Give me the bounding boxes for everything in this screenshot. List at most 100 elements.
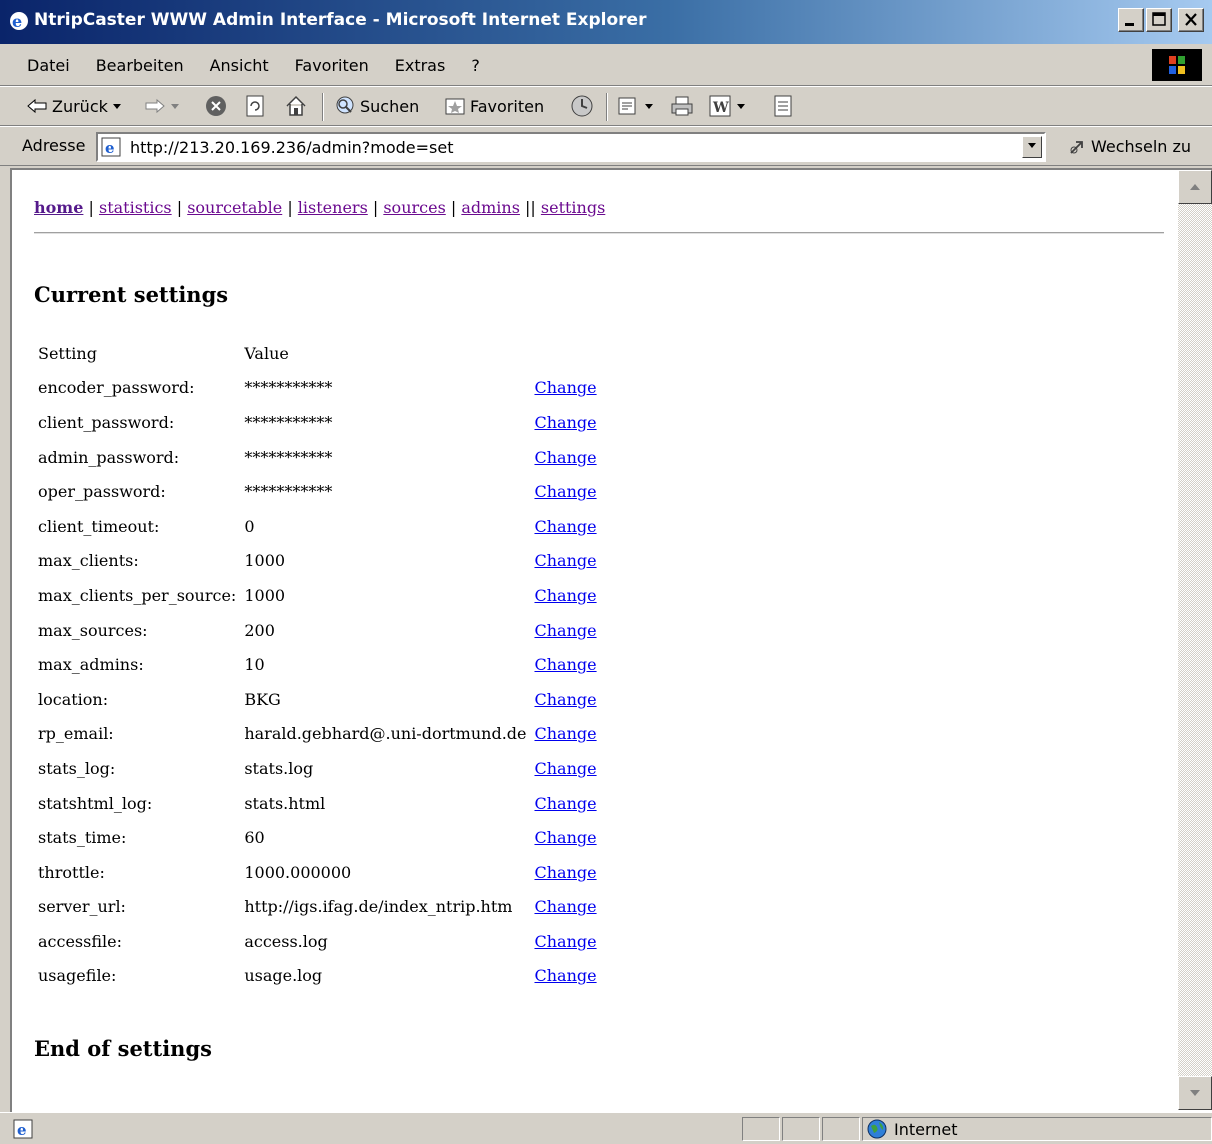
history-button[interactable] [570, 93, 594, 119]
change-cell: Change [530, 890, 600, 925]
change-link[interactable]: Change [534, 724, 596, 743]
change-link[interactable]: Change [534, 482, 596, 501]
change-cell: Change [530, 717, 600, 752]
stop-button[interactable] [204, 93, 228, 119]
nav-home-link[interactable]: home [34, 198, 83, 217]
discuss-button[interactable] [772, 93, 794, 119]
menu-help[interactable]: ? [458, 56, 493, 75]
change-link[interactable]: Change [534, 863, 596, 882]
change-link[interactable]: Change [534, 413, 596, 432]
change-link[interactable]: Change [534, 932, 596, 951]
setting-name: oper_password: [38, 482, 166, 502]
setting-name: max_sources: [38, 620, 148, 640]
status-panel [822, 1117, 860, 1141]
mail-icon [618, 97, 636, 115]
nav-sourcetable-link[interactable]: sourcetable [187, 198, 282, 217]
change-cell: Change [530, 855, 600, 890]
nav-statistics-link[interactable]: statistics [99, 198, 172, 217]
scroll-up-button[interactable] [1178, 170, 1212, 204]
search-icon [336, 96, 354, 114]
setting-value: 1000 [244, 551, 286, 571]
globe-icon [867, 1119, 887, 1139]
setting-value: stats.log [244, 758, 314, 778]
change-link[interactable]: Change [534, 551, 596, 570]
setting-name: client_password: [38, 412, 175, 432]
go-button[interactable]: Wechseln zu [1068, 136, 1191, 156]
menu-datei[interactable]: Datei [14, 56, 83, 75]
stop-icon [206, 96, 226, 116]
forward-button[interactable] [144, 93, 180, 119]
change-cell: Change [530, 682, 600, 717]
close-button[interactable] [1178, 8, 1204, 32]
change-link[interactable]: Change [534, 621, 596, 640]
address-bar: Adresse e http://213.20.169.236/admin?mo… [0, 126, 1212, 166]
toolbar-separator [322, 93, 324, 121]
settings-row: oper_password: *********** Change [34, 474, 601, 509]
change-link[interactable]: Change [534, 966, 596, 985]
refresh-button[interactable] [244, 93, 268, 119]
change-cell: Change [530, 820, 600, 855]
favorites-button[interactable]: Favoriten [444, 93, 544, 119]
change-link[interactable]: Change [534, 897, 596, 916]
change-link[interactable]: Change [534, 690, 596, 709]
maximize-button[interactable] [1146, 8, 1172, 32]
vertical-scrollbar[interactable] [1178, 170, 1212, 1110]
minimize-button[interactable] [1118, 8, 1144, 32]
nav-admins-link[interactable]: admins [461, 198, 520, 217]
nav-settings-link[interactable]: settings [541, 198, 605, 217]
setting-value: 1000.000000 [244, 862, 352, 882]
settings-row: admin_password: *********** Change [34, 440, 601, 475]
mail-button[interactable] [616, 93, 654, 119]
change-link[interactable]: Change [534, 794, 596, 813]
setting-value: http://igs.ifag.de/index_ntrip.htm [244, 897, 513, 917]
change-link[interactable]: Change [534, 378, 596, 397]
setting-value: stats.html [244, 793, 326, 813]
scroll-up-arrow-icon [1190, 184, 1200, 190]
menu-bearbeiten[interactable]: Bearbeiten [83, 56, 197, 75]
change-link[interactable]: Change [534, 828, 596, 847]
menu-ansicht[interactable]: Ansicht [197, 56, 282, 75]
nav-listeners-link[interactable]: listeners [298, 198, 368, 217]
toolbar-separator [606, 93, 608, 121]
column-header-value: Value [244, 343, 289, 363]
change-cell: Change [530, 544, 600, 579]
setting-value: usage.log [244, 966, 323, 986]
change-link[interactable]: Change [534, 759, 596, 778]
discuss-icon [774, 95, 792, 117]
favorites-star-icon [445, 98, 465, 115]
setting-value: *********** [244, 412, 333, 432]
go-label: Wechseln zu [1091, 136, 1192, 156]
change-link[interactable]: Change [534, 448, 596, 467]
scroll-down-button[interactable] [1178, 1076, 1212, 1110]
nav-sources-link[interactable]: sources [383, 198, 445, 217]
change-link[interactable]: Change [534, 517, 596, 536]
history-icon [571, 95, 593, 117]
setting-name: admin_password: [38, 447, 180, 467]
word-edit-icon: W [709, 95, 731, 117]
settings-row: client_password: *********** Change [34, 405, 601, 440]
search-button[interactable]: Suchen [334, 93, 419, 119]
settings-row: server_url: http://igs.ifag.de/index_ntri… [34, 890, 601, 925]
window-title: NtripCaster WWW Admin Interface - Micros… [34, 10, 647, 30]
menu-favoriten[interactable]: Favoriten [282, 56, 382, 75]
address-dropdown-button[interactable] [1022, 136, 1042, 158]
page-content: home | statistics | sourcetable | listen… [12, 170, 1176, 1110]
change-link[interactable]: Change [534, 586, 596, 605]
setting-name: client_timeout: [38, 516, 160, 536]
print-button[interactable] [670, 93, 694, 119]
search-label: Suchen [360, 96, 420, 116]
admin-nav: home | statistics | sourcetable | listen… [34, 198, 606, 217]
back-button[interactable]: Zurück [26, 93, 122, 119]
setting-name: max_clients_per_source: [38, 585, 237, 605]
window-title-bar[interactable]: e NtripCaster WWW Admin Interface - Micr… [0, 0, 1212, 44]
page-viewport: home | statistics | sourcetable | listen… [10, 168, 1212, 1112]
address-input[interactable]: e http://213.20.169.236/admin?mode=set [96, 132, 1046, 162]
svg-text:e: e [17, 1121, 27, 1139]
home-button[interactable] [284, 93, 308, 119]
menu-extras[interactable]: Extras [382, 56, 459, 75]
change-link[interactable]: Change [534, 655, 596, 674]
chevron-down-icon [737, 104, 745, 109]
minimize-icon [1125, 23, 1134, 26]
setting-name: max_admins: [38, 655, 144, 675]
edit-button[interactable]: W [708, 93, 746, 119]
